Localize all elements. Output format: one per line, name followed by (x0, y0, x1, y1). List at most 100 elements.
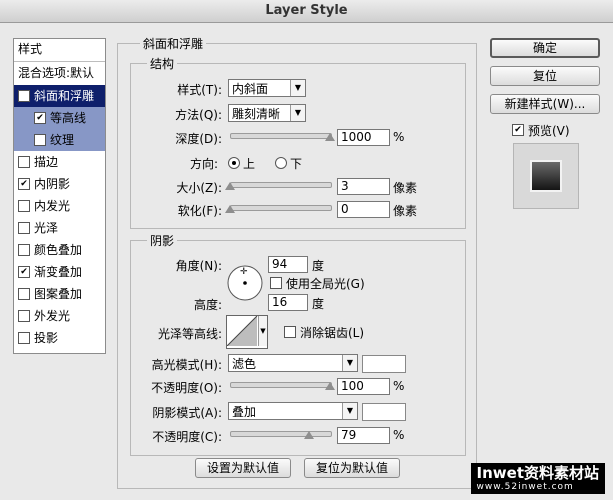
size-slider[interactable] (230, 182, 332, 188)
size-unit: 像素 (393, 181, 418, 195)
highlight-color-swatch[interactable] (362, 355, 406, 373)
depth-slider[interactable] (230, 133, 332, 139)
chevron-down-icon: ▼ (342, 355, 357, 371)
size-label: 大小(Z): (176, 181, 222, 195)
bevel-checkbox[interactable]: ✔ (18, 90, 30, 102)
highlight-mode-value: 滤色 (232, 357, 257, 371)
highlight-opacity-slider[interactable] (230, 382, 332, 388)
structure-title: 结构 (147, 55, 178, 72)
style-item-label: 外发光 (34, 309, 71, 323)
highlight-mode-label: 高光模式(H): (151, 358, 222, 372)
soften-input[interactable]: 0 (337, 201, 390, 218)
style-item-pattern-overlay[interactable]: 图案叠加 (14, 283, 105, 305)
style-select[interactable]: 内斜面 ▼ (228, 79, 306, 97)
ok-button[interactable]: 确定 (490, 38, 600, 58)
shadow-opacity-thumb[interactable] (304, 431, 314, 439)
style-item-label: 投影 (34, 331, 59, 345)
direction-up-radio[interactable] (228, 157, 240, 169)
altitude-unit: 度 (312, 297, 325, 311)
style-item-gradient-overlay[interactable]: ✔ 渐变叠加 (14, 261, 105, 283)
style-item-drop-shadow[interactable]: 投影 (14, 327, 105, 349)
angle-label: 角度(N): (175, 259, 222, 273)
shadow-opacity-slider[interactable] (230, 431, 332, 437)
inner-glow-checkbox[interactable] (18, 200, 30, 212)
make-default-button[interactable]: 设置为默认值 (195, 458, 291, 478)
shadow-color-swatch[interactable] (362, 403, 406, 421)
angle-dial[interactable]: ✛ (226, 264, 264, 302)
style-select-value: 内斜面 (232, 82, 269, 96)
pattern-overlay-checkbox[interactable] (18, 288, 30, 300)
style-item-contour[interactable]: ✔ 等高线 (14, 107, 105, 129)
preview-checkbox[interactable]: ✔ (512, 124, 524, 136)
chevron-down-icon: ▼ (342, 403, 357, 419)
inner-shadow-checkbox[interactable]: ✔ (18, 178, 30, 190)
shadow-mode-select[interactable]: 叠加 ▼ (228, 402, 358, 420)
depth-slider-thumb[interactable] (325, 133, 335, 141)
style-item-bevel[interactable]: ✔ 斜面和浮雕 (14, 85, 105, 107)
bevel-emboss-title: 斜面和浮雕 (140, 35, 207, 52)
style-item-label: 内发光 (34, 199, 71, 213)
style-item-inner-glow[interactable]: 内发光 (14, 195, 105, 217)
style-item-satin[interactable]: 光泽 (14, 217, 105, 239)
size-input[interactable]: 3 (337, 178, 390, 195)
gradient-overlay-checkbox[interactable]: ✔ (18, 266, 30, 278)
soften-label: 软化(F): (177, 204, 222, 218)
color-overlay-checkbox[interactable] (18, 244, 30, 256)
style-item-label: 描边 (34, 155, 59, 169)
preview-swatch (530, 160, 562, 192)
soften-unit: 像素 (393, 204, 418, 218)
contour-checkbox[interactable]: ✔ (34, 112, 46, 124)
chevron-down-icon: ▼ (290, 80, 305, 96)
outer-glow-checkbox[interactable] (18, 310, 30, 322)
watermark-url: www.52inwet.com (476, 482, 574, 492)
texture-checkbox[interactable] (34, 134, 46, 146)
antialias-label: 消除锯齿(L) (300, 326, 365, 340)
contour-curve-icon (227, 316, 258, 346)
soften-slider-thumb[interactable] (225, 205, 235, 213)
depth-unit: % (393, 130, 405, 144)
shadow-opacity-input[interactable]: 79 (337, 427, 390, 444)
blend-options-item[interactable]: 混合选项:默认 (14, 62, 105, 84)
style-item-stroke[interactable]: 描边 (14, 151, 105, 173)
reset-button[interactable]: 复位 (490, 66, 600, 86)
size-slider-thumb[interactable] (225, 182, 235, 190)
style-item-outer-glow[interactable]: 外发光 (14, 305, 105, 327)
direction-down-radio[interactable] (275, 157, 287, 169)
style-item-inner-shadow[interactable]: ✔ 内阴影 (14, 173, 105, 195)
direction-up-label: 上 (243, 157, 256, 171)
crosshair-icon: ✛ (240, 267, 248, 277)
highlight-opacity-label: 不透明度(O): (151, 381, 222, 395)
angle-unit: 度 (312, 259, 325, 273)
satin-checkbox[interactable] (18, 222, 30, 234)
style-item-label: 内阴影 (34, 177, 71, 191)
shadow-opacity-unit: % (393, 428, 405, 442)
new-style-button[interactable]: 新建样式(W)... (490, 94, 600, 114)
style-item-label: 等高线 (50, 111, 87, 125)
altitude-input[interactable]: 16 (268, 294, 308, 311)
style-item-texture[interactable]: 纹理 (14, 129, 105, 151)
highlight-opacity-unit: % (393, 379, 405, 393)
highlight-opacity-thumb[interactable] (325, 382, 335, 390)
antialias-checkbox[interactable] (284, 326, 296, 338)
highlight-opacity-input[interactable]: 100 (337, 378, 390, 395)
preview-label: 预览(V) (528, 124, 570, 138)
watermark: Inwet资料素材站 www.52inwet.com (470, 463, 605, 494)
technique-select-value: 雕刻清晰 (232, 107, 281, 121)
stroke-checkbox[interactable] (18, 156, 30, 168)
chevron-down-icon: ▼ (258, 316, 267, 346)
global-light-checkbox[interactable] (270, 277, 282, 289)
depth-input[interactable]: 1000 (337, 129, 390, 146)
reset-default-button[interactable]: 复位为默认值 (304, 458, 400, 478)
styles-header: 样式 (14, 39, 105, 62)
window-title: Layer Style (0, 0, 613, 23)
style-item-label: 渐变叠加 (34, 265, 83, 279)
gloss-contour-picker[interactable]: ▼ (226, 315, 268, 349)
blend-options-label: 混合选项:默认 (18, 66, 95, 80)
soften-slider[interactable] (230, 205, 332, 211)
technique-select[interactable]: 雕刻清晰 ▼ (228, 104, 306, 122)
technique-label: 方法(Q): (175, 108, 222, 122)
highlight-mode-select[interactable]: 滤色 ▼ (228, 354, 358, 372)
angle-input[interactable]: 94 (268, 256, 308, 273)
drop-shadow-checkbox[interactable] (18, 332, 30, 344)
style-item-color-overlay[interactable]: 颜色叠加 (14, 239, 105, 261)
